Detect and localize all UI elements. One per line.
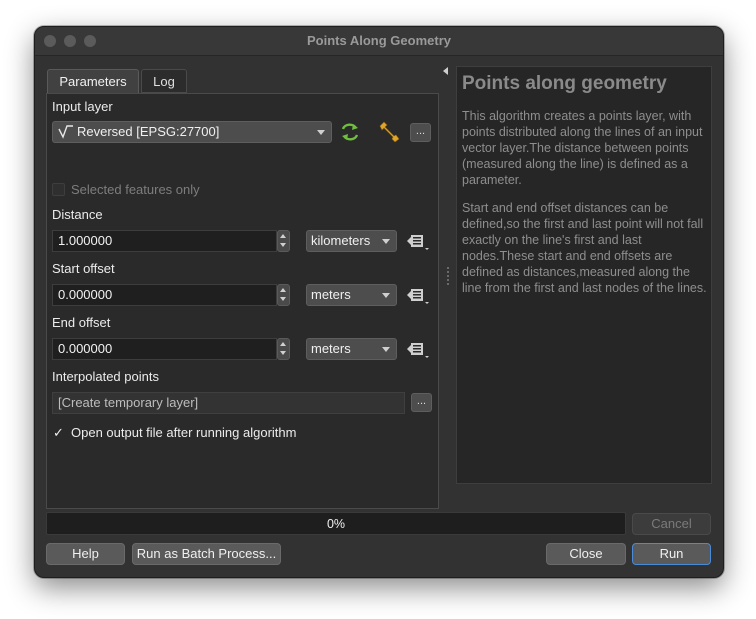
- window-title: Points Along Geometry: [307, 33, 451, 48]
- end-offset-spinner[interactable]: [277, 338, 290, 360]
- tab-parameters[interactable]: Parameters: [47, 69, 139, 93]
- input-layer-combo[interactable]: Reversed [EPSG:27700]: [52, 121, 332, 143]
- interpolated-points-label: Interpolated points: [52, 369, 159, 384]
- distance-label: Distance: [52, 207, 103, 222]
- distance-unit-value: kilometers: [311, 233, 371, 248]
- end-offset-unit-value: meters: [311, 341, 351, 356]
- start-offset-unit-select[interactable]: meters: [306, 284, 397, 306]
- input-layer-label: Input layer: [52, 99, 113, 114]
- selected-features-checkbox[interactable]: [52, 183, 65, 196]
- selected-features-label: Selected features only: [71, 182, 200, 197]
- output-destination-input[interactable]: [Create temporary layer]: [52, 392, 405, 414]
- output-more-button[interactable]: ...: [411, 393, 432, 412]
- start-offset-label: Start offset: [52, 261, 115, 276]
- parameters-panel: Input layer Reversed [EPSG:27700] ... Se…: [46, 93, 439, 509]
- start-offset-unit-value: meters: [311, 287, 351, 302]
- refresh-icon[interactable]: [339, 122, 361, 142]
- data-defined-override-icon[interactable]: [406, 286, 432, 306]
- chevron-down-icon: [382, 293, 390, 298]
- tab-log[interactable]: Log: [141, 69, 187, 93]
- distance-spinner[interactable]: [277, 230, 290, 252]
- close-button[interactable]: Close: [546, 543, 626, 565]
- end-offset-label: End offset: [52, 315, 111, 330]
- distance-unit-select[interactable]: kilometers: [306, 230, 397, 252]
- chevron-down-icon: [382, 347, 390, 352]
- collapse-arrow-icon[interactable]: [443, 67, 448, 75]
- data-defined-override-icon[interactable]: [406, 340, 432, 360]
- dialog-window: Points Along Geometry Parameters Log Inp…: [34, 26, 724, 578]
- help-panel: Points along geometry This algorithm cre…: [456, 66, 712, 484]
- progress-label: 0%: [326, 517, 346, 531]
- open-output-checkbox[interactable]: ✓: [52, 426, 65, 439]
- line-layer-icon: [58, 125, 73, 139]
- open-output-label: Open output file after running algorithm: [71, 425, 297, 440]
- progress-bar: 0%: [46, 512, 626, 535]
- help-button[interactable]: Help: [46, 543, 125, 565]
- wrench-icon[interactable]: [376, 121, 400, 143]
- title-bar: Points Along Geometry: [35, 27, 723, 56]
- help-title: Points along geometry: [462, 73, 667, 94]
- help-paragraph-2: Start and end offset distances can be de…: [462, 201, 707, 295]
- run-as-batch-button[interactable]: Run as Batch Process...: [132, 543, 281, 565]
- start-offset-input[interactable]: 0.000000: [52, 284, 277, 306]
- data-defined-override-icon[interactable]: [406, 232, 432, 252]
- splitter-handle[interactable]: [447, 267, 451, 285]
- input-layer-more-button[interactable]: ...: [410, 123, 431, 142]
- chevron-down-icon: [317, 130, 325, 135]
- help-paragraph-1: This algorithm creates a points layer, w…: [462, 109, 703, 187]
- chevron-down-icon: [382, 239, 390, 244]
- end-offset-input[interactable]: 0.000000: [52, 338, 277, 360]
- run-button[interactable]: Run: [632, 543, 711, 565]
- start-offset-spinner[interactable]: [277, 284, 290, 306]
- distance-input[interactable]: 1.000000: [52, 230, 277, 252]
- input-layer-value: Reversed [EPSG:27700]: [77, 124, 220, 139]
- cancel-button[interactable]: Cancel: [632, 513, 711, 535]
- end-offset-unit-select[interactable]: meters: [306, 338, 397, 360]
